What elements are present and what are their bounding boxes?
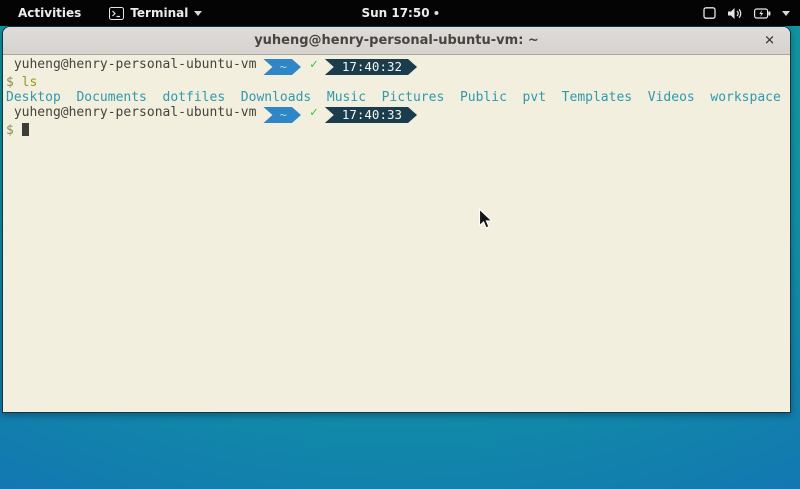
terminal-icon [109, 7, 124, 20]
display-icon [703, 7, 716, 19]
directory-entry: Desktop [6, 90, 61, 105]
mouse-cursor [478, 208, 494, 230]
command-line: $ ls [6, 75, 787, 90]
battery-charging-icon [754, 8, 771, 19]
time-segment: 17:40:33 [325, 107, 417, 123]
directory-entry: Videos [648, 90, 695, 105]
time-segment: 17:40:32 [325, 59, 417, 75]
clock-button[interactable]: Sun 17:50 [361, 0, 438, 26]
prompt-user: yuheng@henry-personal-ubuntu-vm [6, 105, 256, 120]
activities-button[interactable]: Activities [14, 4, 85, 22]
status-check-icon: ✓ [310, 57, 318, 72]
cwd-label: ~ [279, 59, 287, 74]
window-title: yuheng@henry-personal-ubuntu-vm: ~ [254, 33, 539, 48]
prompt-symbol: $ [6, 123, 14, 138]
volume-icon [727, 7, 743, 20]
terminal-window: yuheng@henry-personal-ubuntu-vm: ~ ✕ yuh… [2, 26, 791, 413]
ls-output: Desktop Documents dotfiles Downloads Music Pi… [6, 90, 787, 105]
prompt-line-1: yuheng@henry-personal-ubuntu-vm ~ ✓ 17:40:3… [6, 57, 787, 75]
close-button[interactable]: ✕ [764, 34, 775, 47]
cwd-label: ~ [279, 107, 287, 122]
directory-entry: Templates [562, 90, 632, 105]
system-menu-button[interactable] [703, 0, 790, 26]
status-check-icon: ✓ [310, 105, 318, 120]
app-menu-button[interactable]: Terminal [109, 6, 202, 20]
chevron-down-icon [782, 11, 790, 16]
cwd-segment: ~ [263, 107, 301, 123]
time-label: 17:40:32 [342, 59, 402, 74]
terminal-screen[interactable]: yuheng@henry-personal-ubuntu-vm ~ ✓ 17:40:3… [3, 55, 790, 412]
prompt-user: yuheng@henry-personal-ubuntu-vm [6, 57, 256, 72]
top-bar: Activities Terminal Sun 17:50 [0, 0, 800, 26]
directory-entry: Pictures [382, 90, 445, 105]
notification-dot [435, 11, 439, 15]
directory-entry: Downloads [241, 90, 311, 105]
directory-entry: workspace [710, 90, 780, 105]
prompt-line-2: yuheng@henry-personal-ubuntu-vm ~ ✓ 17:40:3… [6, 105, 787, 123]
title-bar[interactable]: yuheng@henry-personal-ubuntu-vm: ~ ✕ [3, 27, 790, 55]
directory-entry: Public [460, 90, 507, 105]
input-line: $ [6, 123, 787, 138]
directory-entry: Music [327, 90, 366, 105]
directory-entry: dotfiles [163, 90, 226, 105]
text-cursor [22, 123, 29, 136]
directory-entry: Documents [76, 90, 146, 105]
time-label: 17:40:33 [342, 107, 402, 122]
prompt-symbol: $ [6, 75, 14, 90]
command-text: ls [22, 75, 38, 90]
directory-entry: pvt [523, 90, 546, 105]
app-menu-label: Terminal [130, 6, 188, 20]
chevron-down-icon [194, 11, 202, 16]
clock-label: Sun 17:50 [361, 6, 429, 20]
desktop: { "topbar": { "activities": "Activities"… [0, 0, 800, 489]
cwd-segment: ~ [263, 59, 301, 75]
